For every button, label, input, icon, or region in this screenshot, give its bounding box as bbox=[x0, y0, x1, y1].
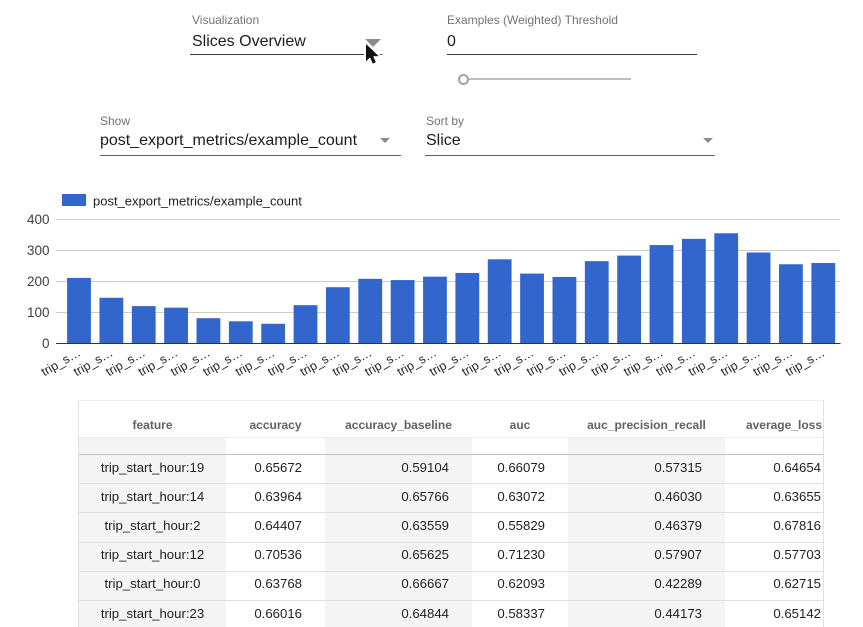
svg-text:post_export_metrics/example_co: post_export_metrics/example_count bbox=[93, 194, 302, 209]
svg-text:400: 400 bbox=[27, 212, 50, 227]
svg-text:0: 0 bbox=[42, 336, 50, 351]
svg-text:200: 200 bbox=[27, 274, 50, 289]
svg-text:100: 100 bbox=[27, 305, 50, 320]
svg-text:300: 300 bbox=[27, 243, 50, 258]
